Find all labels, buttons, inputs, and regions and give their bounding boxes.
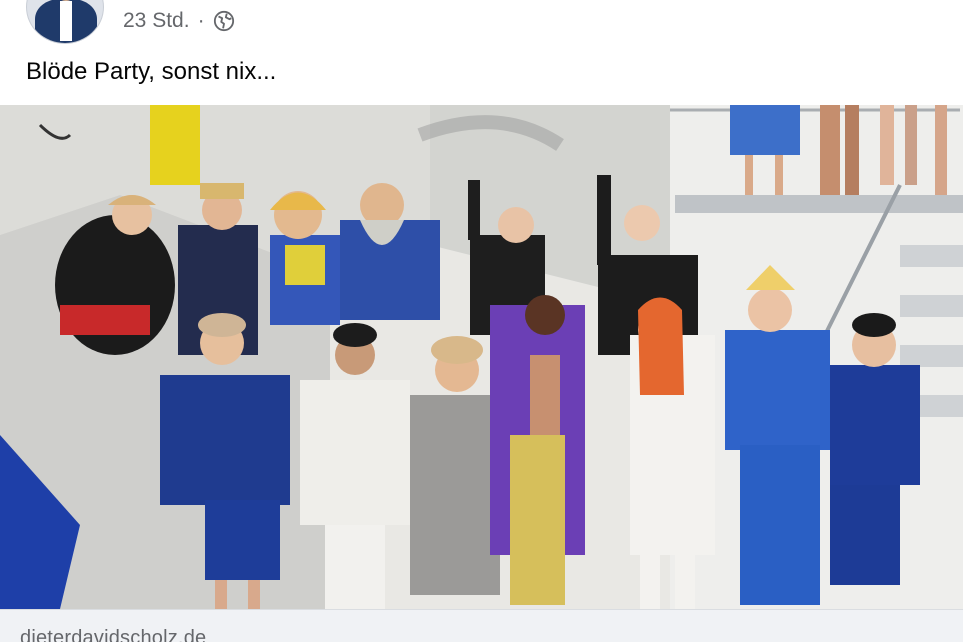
link-preview[interactable]: dieterdavidscholz.de (0, 609, 963, 642)
stair-landing (675, 195, 963, 213)
avatar-shirt (60, 1, 72, 41)
post-header: 23 Std. · (0, 0, 963, 48)
step-3 (900, 345, 963, 367)
post-photo[interactable] (0, 105, 963, 609)
post-timestamp[interactable]: 23 Std. (123, 9, 190, 33)
link-domain[interactable]: dieterdavidscholz.de (20, 627, 206, 642)
meta-separator: · (197, 9, 205, 32)
step-1 (900, 245, 963, 267)
step-2 (900, 295, 963, 317)
upper-dancer-dress (730, 105, 800, 155)
post-meta: 23 Std. · (123, 7, 235, 35)
post-text: Blöde Party, sonst nix... (26, 58, 277, 85)
avatar[interactable] (26, 0, 104, 44)
stage-photo-illustration (0, 105, 963, 609)
globe-icon[interactable] (213, 10, 235, 32)
yellow-figure-top (150, 105, 200, 185)
